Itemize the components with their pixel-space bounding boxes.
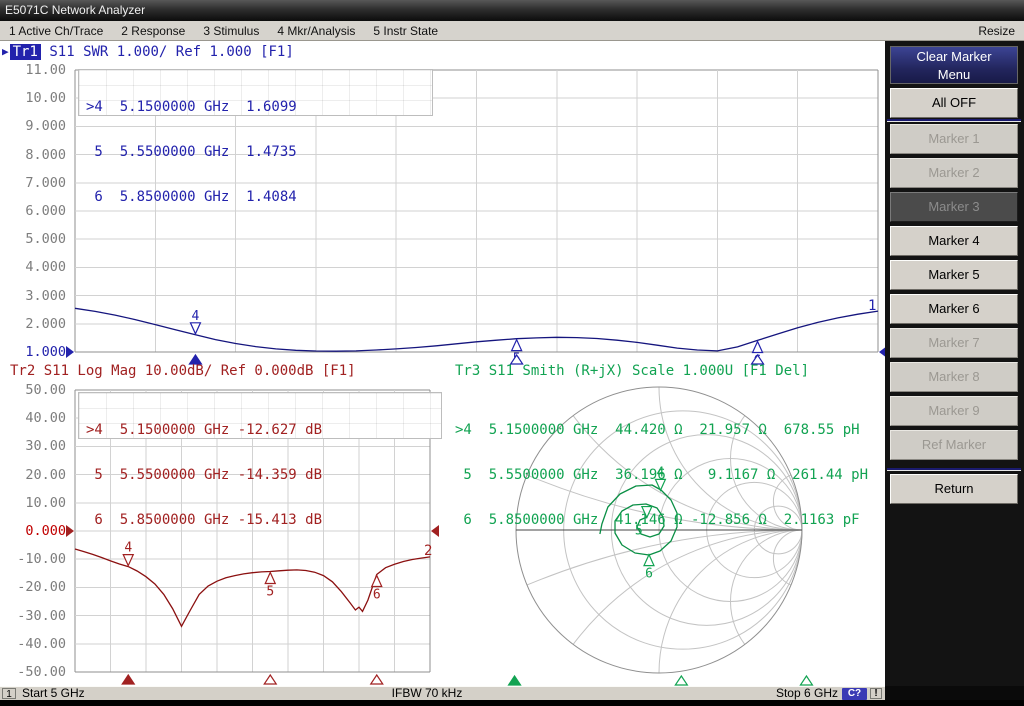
softkey-ref-marker: Ref Marker <box>890 430 1018 460</box>
y-axis-tick-label: 4.000 <box>0 259 66 275</box>
softkey-menu-title-line1: Clear Marker <box>891 48 1017 66</box>
y-axis-tick-label: 40.00 <box>0 410 66 426</box>
ifbw-label: IFBW 70 kHz <box>342 687 512 700</box>
softkey-menu-title: Clear Marker Menu <box>890 46 1018 84</box>
y-axis-tick-label: -30.00 <box>0 608 66 624</box>
softkey-marker-2: Marker 2 <box>890 158 1018 188</box>
marker-number-label: 4 <box>192 309 200 324</box>
y-axis-tick-label: 11.00 <box>0 62 66 78</box>
window-title: E5071C Network Analyzer <box>5 3 145 17</box>
tr1-marker-row: 5 5.5500000 GHz 1.4735 <box>86 145 297 160</box>
tr2-marker-readout: >4 5.1500000 GHz -12.627 dB 5 5.5500000 … <box>86 393 322 558</box>
ref-level-arrow-right <box>431 525 439 537</box>
y-axis-tick-label: 20.00 <box>0 467 66 483</box>
menu-stimulus[interactable]: 3 Stimulus <box>194 24 268 38</box>
marker-number-label: 6 <box>645 567 653 582</box>
softkey-menu-panel: Clear Marker Menu All OFF Marker 1 Marker … <box>885 41 1024 686</box>
y-axis-tick-label: -50.00 <box>0 664 66 680</box>
status-bar: 1 Start 5 GHz IFBW 70 kHz Stop 6 GHz C? … <box>0 686 885 700</box>
correction-status-badge: C? <box>842 688 867 700</box>
softkey-marker-6[interactable]: Marker 6 <box>890 294 1018 324</box>
tr1-marker-readout: >4 5.1500000 GHz 1.6099 5 5.5500000 GHz … <box>86 70 297 235</box>
y-axis-tick-label: 5.000 <box>0 231 66 247</box>
ref-level-arrow-left <box>66 346 74 358</box>
tr3-marker-readout: >4 5.1500000 GHz 44.420 Ω 21.957 Ω 678.5… <box>455 393 868 558</box>
ref-level-arrow-left <box>66 525 74 537</box>
y-axis-tick-label: -10.00 <box>0 551 66 567</box>
start-frequency-label: Start 5 GHz <box>22 687 85 700</box>
softkey-separator <box>887 119 1021 122</box>
softkey-marker-3[interactable]: Marker 3 <box>890 192 1018 222</box>
menu-mkr-analysis[interactable]: 4 Mkr/Analysis <box>268 24 364 38</box>
softkey-marker-7: Marker 7 <box>890 328 1018 358</box>
stimulus-marker-triangle <box>800 676 812 685</box>
stimulus-marker-triangle <box>122 675 134 684</box>
tr1-active-chip: Tr1 <box>10 44 41 60</box>
softkey-marker-9: Marker 9 <box>890 396 1018 426</box>
softkey-marker-1: Marker 1 <box>890 124 1018 154</box>
softkey-all-off[interactable]: All OFF <box>890 88 1018 118</box>
tr2-marker-row: 6 5.8500000 GHz -15.413 dB <box>86 513 322 528</box>
y-axis-tick-label: -40.00 <box>0 636 66 652</box>
stimulus-marker-triangle <box>509 676 521 685</box>
tr3-marker-row: 6 5.8500000 GHz 41.146 Ω -12.856 Ω 2.116… <box>455 513 868 528</box>
softkey-marker-8: Marker 8 <box>890 362 1018 392</box>
tr1-marker-row: 6 5.8500000 GHz 1.4084 <box>86 190 297 205</box>
tr2-marker-row: >4 5.1500000 GHz -12.627 dB <box>86 423 322 438</box>
softkey-menu-title-line2: Menu <box>891 66 1017 84</box>
menu-active-ch-trace[interactable]: 1 Active Ch/Trace <box>0 24 112 38</box>
softkey-marker-5[interactable]: Marker 5 <box>890 260 1018 290</box>
y-axis-tick-label: 3.000 <box>0 288 66 304</box>
y-axis-tick-label: 50.00 <box>0 382 66 398</box>
stimulus-marker-triangle <box>371 675 383 684</box>
tr3-marker-row: 5 5.5500000 GHz 36.196 Ω 9.1167 Ω 261.44… <box>455 468 868 483</box>
y-axis-tick-label: 6.000 <box>0 203 66 219</box>
softkey-separator <box>887 468 1021 471</box>
y-axis-tick-label: 0.000 <box>0 523 66 539</box>
y-axis-tick-label: -20.00 <box>0 579 66 595</box>
y-axis-tick-label: 7.000 <box>0 175 66 191</box>
marker-number-label: 6 <box>373 587 381 602</box>
stop-frequency-label: Stop 6 GHz <box>776 687 838 700</box>
marker-number-label: 5 <box>266 584 274 599</box>
y-axis-tick-label: 30.00 <box>0 438 66 454</box>
tr1-trace-number: 1 <box>868 298 876 314</box>
vna-application-window: E5071C Network Analyzer 1 Active Ch/Trac… <box>0 0 1024 706</box>
y-axis-tick-label: 2.000 <box>0 316 66 332</box>
active-trace-arrow-icon: ▶ <box>2 45 9 58</box>
menu-instr-state[interactable]: 5 Instr State <box>364 24 447 38</box>
y-axis-tick-label: 8.000 <box>0 147 66 163</box>
window-title-bar[interactable]: E5071C Network Analyzer <box>0 0 1024 21</box>
tr1-marker-row: >4 5.1500000 GHz 1.6099 <box>86 100 297 115</box>
stimulus-marker-triangle <box>264 675 276 684</box>
softkey-marker-4[interactable]: Marker 4 <box>890 226 1018 256</box>
tr2-marker-row: 5 5.5500000 GHz -14.359 dB <box>86 468 322 483</box>
menu-response[interactable]: 2 Response <box>112 24 194 38</box>
y-axis-tick-label: 9.000 <box>0 118 66 134</box>
menu-bar: 1 Active Ch/Trace 2 Response 3 Stimulus … <box>0 21 1024 41</box>
tr3-header[interactable]: Tr3 S11 Smith (R+jX) Scale 1.000U [F1 De… <box>455 363 809 379</box>
menu-resize[interactable]: Resize <box>969 24 1024 38</box>
channel-indicator: 1 <box>2 688 16 699</box>
tr2-header[interactable]: Tr2 S11 Log Mag 10.00dB/ Ref 0.000dB [F1… <box>10 363 356 379</box>
y-axis-tick-label: 10.00 <box>0 495 66 511</box>
alert-indicator: ! <box>870 688 882 699</box>
tr2-trace-number: 2 <box>424 543 432 559</box>
stimulus-marker-triangle <box>675 676 687 685</box>
bottom-edge <box>0 700 1024 706</box>
y-axis-tick-label: 10.00 <box>0 90 66 106</box>
y-axis-tick-label: 1.000 <box>0 344 66 360</box>
tr3-marker-row: >4 5.1500000 GHz 44.420 Ω 21.957 Ω 678.5… <box>455 423 868 438</box>
tr1-header[interactable]: ▶ Tr1 S11 SWR 1.000/ Ref 1.000 [F1] <box>2 44 294 59</box>
softkey-return[interactable]: Return <box>890 474 1018 504</box>
